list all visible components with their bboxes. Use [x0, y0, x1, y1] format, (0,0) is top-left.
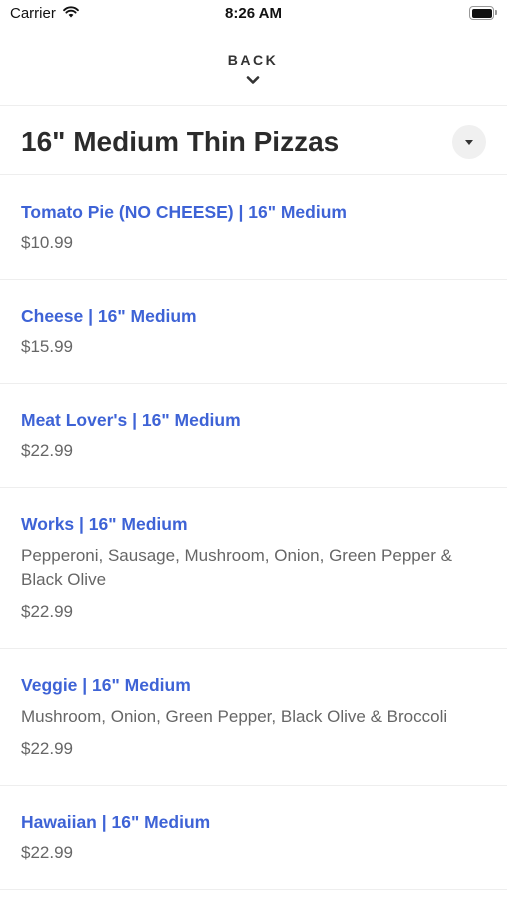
menu-item-hawaiian[interactable]: Hawaiian | 16" Medium $22.99	[0, 786, 507, 890]
category-header: 16" Medium Thin Pizzas	[0, 107, 507, 175]
menu-item-veggie[interactable]: Veggie | 16" Medium Mushroom, Onion, Gre…	[0, 649, 507, 786]
item-description: Pepperoni, Sausage, Mushroom, Onion, Gre…	[21, 546, 452, 589]
menu-screen: Carrier 8:26 AM BACK 16" Medium Thin Piz…	[0, 0, 507, 900]
menu-item-tomato-pie[interactable]: Tomato Pie (NO CHEESE) | 16" Medium $10.…	[0, 176, 507, 280]
item-name: Cheese | 16" Medium	[21, 306, 197, 326]
item-name: Veggie | 16" Medium	[21, 675, 191, 695]
item-name: Meat Lover's | 16" Medium	[21, 410, 241, 430]
caret-down-icon	[465, 140, 473, 145]
navigation-header: BACK	[0, 28, 507, 106]
item-price: $22.99	[21, 843, 73, 862]
battery-icon	[469, 6, 497, 20]
menu-item-cheese[interactable]: Cheese | 16" Medium $15.99	[0, 280, 507, 384]
item-name: Tomato Pie (NO CHEESE) | 16" Medium	[21, 202, 347, 222]
item-price: $10.99	[21, 233, 73, 252]
category-dropdown-button[interactable]	[452, 125, 486, 159]
back-button[interactable]: BACK	[203, 48, 303, 92]
item-price: $15.99	[21, 337, 73, 356]
menu-item-list: Tomato Pie (NO CHEESE) | 16" Medium $10.…	[0, 176, 507, 890]
back-label: BACK	[227, 52, 279, 68]
item-price: $22.99	[21, 739, 73, 758]
status-bar: Carrier 8:26 AM	[0, 0, 507, 28]
item-description: Mushroom, Onion, Green Pepper, Black Oli…	[21, 707, 448, 726]
item-name: Works | 16" Medium	[21, 514, 188, 534]
clock: 8:26 AM	[225, 5, 282, 22]
chevron-down-icon	[246, 76, 260, 84]
item-price: $22.99	[21, 602, 73, 621]
item-name: Hawaiian | 16" Medium	[21, 812, 211, 832]
menu-item-works[interactable]: Works | 16" Medium Pepperoni, Sausage, M…	[0, 488, 507, 649]
menu-item-meat-lovers[interactable]: Meat Lover's | 16" Medium $22.99	[0, 384, 507, 488]
category-title: 16" Medium Thin Pizzas	[21, 126, 340, 157]
item-price: $22.99	[21, 441, 73, 460]
